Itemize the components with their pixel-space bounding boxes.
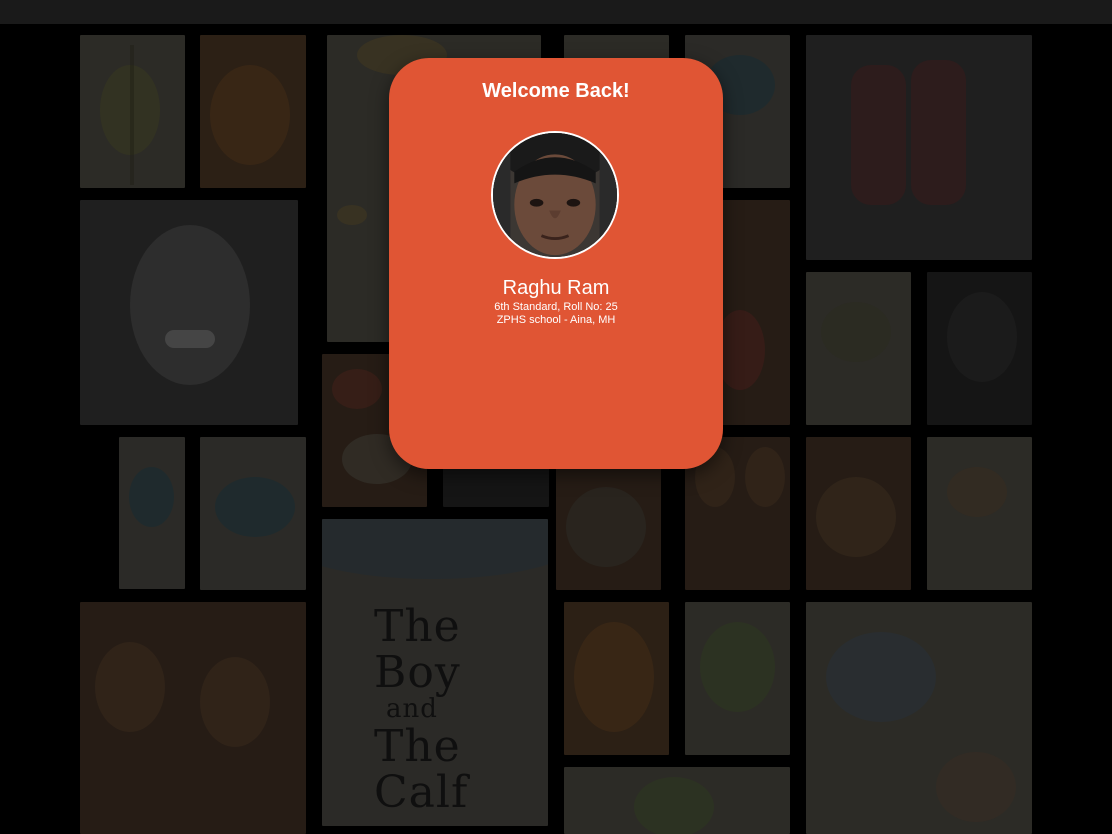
top-bar [0, 0, 1112, 24]
student-avatar [491, 131, 619, 259]
student-class-roll: 6th Standard, Roll No: 25 [494, 301, 618, 313]
student-school: ZPHS school - Aina, MH [496, 314, 616, 326]
student-name: Raghu Ram [502, 277, 610, 299]
welcome-title: Welcome Back! [482, 80, 630, 102]
student-photo-icon [493, 133, 617, 257]
welcome-card: Welcome Back! Raghu Ram 6th Standard, Ro… [389, 58, 723, 469]
